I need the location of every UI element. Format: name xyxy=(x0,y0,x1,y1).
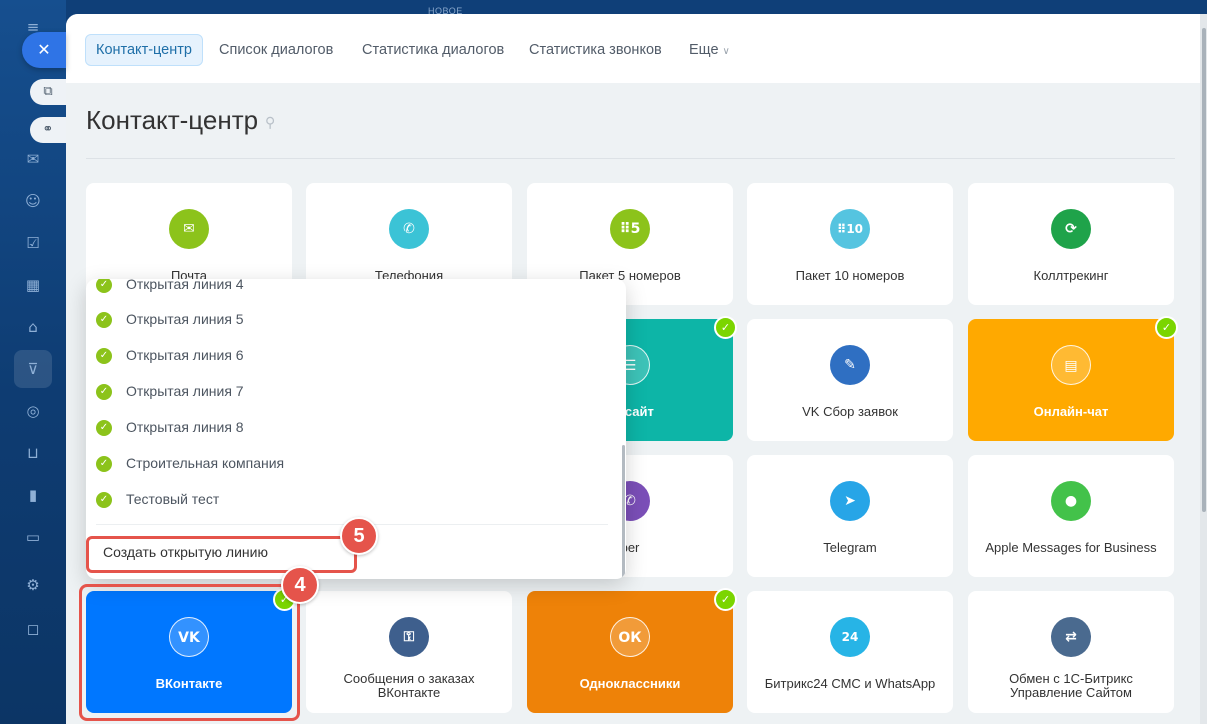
check-icon: ✓ xyxy=(96,348,112,365)
connected-check-icon: ✓ xyxy=(714,588,737,611)
calltracking-icon: ⟳ xyxy=(1051,209,1091,249)
contacts-icon[interactable]: ☺ xyxy=(22,190,44,212)
tile-online-chat[interactable]: ▤ Онлайн-чат ✓ xyxy=(968,316,1178,441)
cart-icon[interactable]: ⊔ xyxy=(22,442,44,464)
screen-icon[interactable]: ▭ xyxy=(22,526,44,548)
open-line-item[interactable]: ✓ Открытая линия 6 xyxy=(96,343,244,367)
open-line-item[interactable]: ✓ Тестовый тест xyxy=(96,487,219,511)
connected-check-icon: ✓ xyxy=(714,316,737,339)
connected-check-icon: ✓ xyxy=(1155,316,1178,339)
tile-telegram[interactable]: ➤ Telegram xyxy=(747,455,953,577)
open-line-label: Открытая линия 7 xyxy=(126,383,244,399)
step-badge-4: 4 xyxy=(281,566,319,604)
odnoklassniki-icon: ОК xyxy=(610,617,650,657)
tile-vk-orders[interactable]: ⚿ Сообщения о заказах ВКонтакте xyxy=(306,591,512,713)
tile-label: Коллтрекинг xyxy=(1033,268,1109,283)
tile-apple-messages[interactable]: ● Apple Messages for Business xyxy=(968,455,1174,577)
create-open-line-label: Создать открытую линию xyxy=(103,544,268,560)
tile-calltracking[interactable]: ⟳ Коллтрекинг xyxy=(968,183,1174,305)
chat-icon: ▤ xyxy=(1051,345,1091,385)
open-line-label: Открытая линия 4 xyxy=(126,279,244,292)
open-in-new-window-icon[interactable]: ⧉ xyxy=(30,79,66,105)
page-title: Контакт-центр xyxy=(86,105,259,135)
vk-leads-icon: ✎ xyxy=(830,345,870,385)
open-line-label: Строительная компания xyxy=(126,455,285,471)
sms-whatsapp-icon: 24 xyxy=(830,617,870,657)
open-line-label: Открытая линия 5 xyxy=(126,311,244,327)
tile-label: VK Сбор заявок xyxy=(802,404,898,419)
tile-odnoklassniki[interactable]: ОК Одноклассники ✓ xyxy=(527,588,737,713)
tab-dialog-stats[interactable]: Статистика диалогов xyxy=(362,34,504,66)
tile-label: Сообщения о заказах ВКонтакте xyxy=(343,671,475,700)
tile-label: Битрикс24 СМС и WhatsApp xyxy=(764,676,936,691)
chevron-down-icon: ∨ xyxy=(722,46,730,57)
tile-bitrix-exchange[interactable]: ⇄ Обмен с 1С-Битрикс Управление Сайтом xyxy=(968,591,1174,713)
close-slider-button[interactable]: ✕ xyxy=(22,32,66,68)
check-icon: ✓ xyxy=(96,312,112,329)
open-line-item[interactable]: ✓ Открытая линия 7 xyxy=(96,379,244,403)
package-5-icon: ⠿5 xyxy=(610,209,650,249)
check-icon: ✓ xyxy=(96,384,112,401)
top-tabs-bar: Контакт-центр Список диалогов Статистика… xyxy=(66,14,1200,83)
left-rail: ≡ ✉ ☺ ☑ ▦ ⌂ ⊽ ◎ ⊔ ▮ ▭ ⚙ ◻ xyxy=(0,0,66,724)
check-icon: ✓ xyxy=(96,456,112,473)
open-line-item[interactable]: ✓ Строительная компания xyxy=(96,451,284,475)
tile-label: Telegram xyxy=(823,540,877,555)
tile-sms-whatsapp[interactable]: 24 Битрикс24 СМС и WhatsApp xyxy=(747,591,953,713)
analytics-icon[interactable]: ▮ xyxy=(22,484,44,506)
tile-label: Пакет 10 номеров xyxy=(795,268,905,283)
bitrix-exchange-icon: ⇄ xyxy=(1051,617,1091,657)
vk-highlight-frame xyxy=(79,584,300,721)
open-line-item[interactable]: ✓ Открытая линия 8 xyxy=(96,415,244,439)
tab-more[interactable]: Еще ∨ xyxy=(689,34,730,66)
pin-icon[interactable]: ⚲ xyxy=(265,115,275,131)
mail-icon: ✉ xyxy=(169,209,209,249)
tab-dialog-list[interactable]: Список диалогов xyxy=(219,34,333,66)
tile-label: Онлайн-чат xyxy=(1033,404,1109,419)
filter-icon[interactable]: ⊽ xyxy=(22,358,44,380)
tab-more-label: Еще xyxy=(689,42,719,58)
open-line-label: Открытая линия 8 xyxy=(126,419,244,435)
apps-icon[interactable]: ◻ xyxy=(22,618,44,640)
open-line-item[interactable]: ✓ Открытая линия 5 xyxy=(96,307,244,331)
title-divider xyxy=(86,158,1175,159)
target-icon[interactable]: ◎ xyxy=(22,400,44,422)
check-icon: ✓ xyxy=(96,279,112,294)
telegram-icon: ➤ xyxy=(830,481,870,521)
phone-icon: ✆ xyxy=(389,209,429,249)
mail-icon[interactable]: ✉ xyxy=(22,148,44,170)
package-10-icon: ⠿10 xyxy=(830,209,870,249)
tile-label: Apple Messages for Business xyxy=(985,540,1157,555)
check-icon: ✓ xyxy=(96,492,112,509)
settings-icon[interactable]: ⚙ xyxy=(22,574,44,596)
tab-contact-center[interactable]: Контакт-центр xyxy=(85,34,203,66)
step-badge-5: 5 xyxy=(340,517,378,555)
popup-scrollbar[interactable] xyxy=(622,445,625,579)
page-scrollbar-thumb[interactable] xyxy=(1202,28,1206,512)
tile-label: Обмен с 1С-Битрикс Управление Сайтом xyxy=(1009,671,1133,700)
open-line-label: Тестовый тест xyxy=(126,491,220,507)
check-icon: ✓ xyxy=(96,420,112,437)
copy-link-icon[interactable]: ⚭ xyxy=(30,117,66,143)
open-line-label: Открытая линия 6 xyxy=(126,347,244,363)
tile-vk-leads[interactable]: ✎ VK Сбор заявок xyxy=(747,319,953,441)
tile-package-10[interactable]: ⠿10 Пакет 10 номеров xyxy=(747,183,953,305)
open-line-item[interactable]: ✓ Открытая линия 4 xyxy=(96,279,244,296)
tasks-icon[interactable]: ☑ xyxy=(22,232,44,254)
calendar-icon[interactable]: ▦ xyxy=(22,274,44,296)
tab-call-stats[interactable]: Статистика звонков xyxy=(529,34,662,66)
vk-orders-icon: ⚿ xyxy=(389,617,429,657)
tile-label: Одноклассники xyxy=(579,676,681,691)
apple-messages-icon: ● xyxy=(1051,481,1091,521)
store-icon[interactable]: ⌂ xyxy=(22,316,44,338)
